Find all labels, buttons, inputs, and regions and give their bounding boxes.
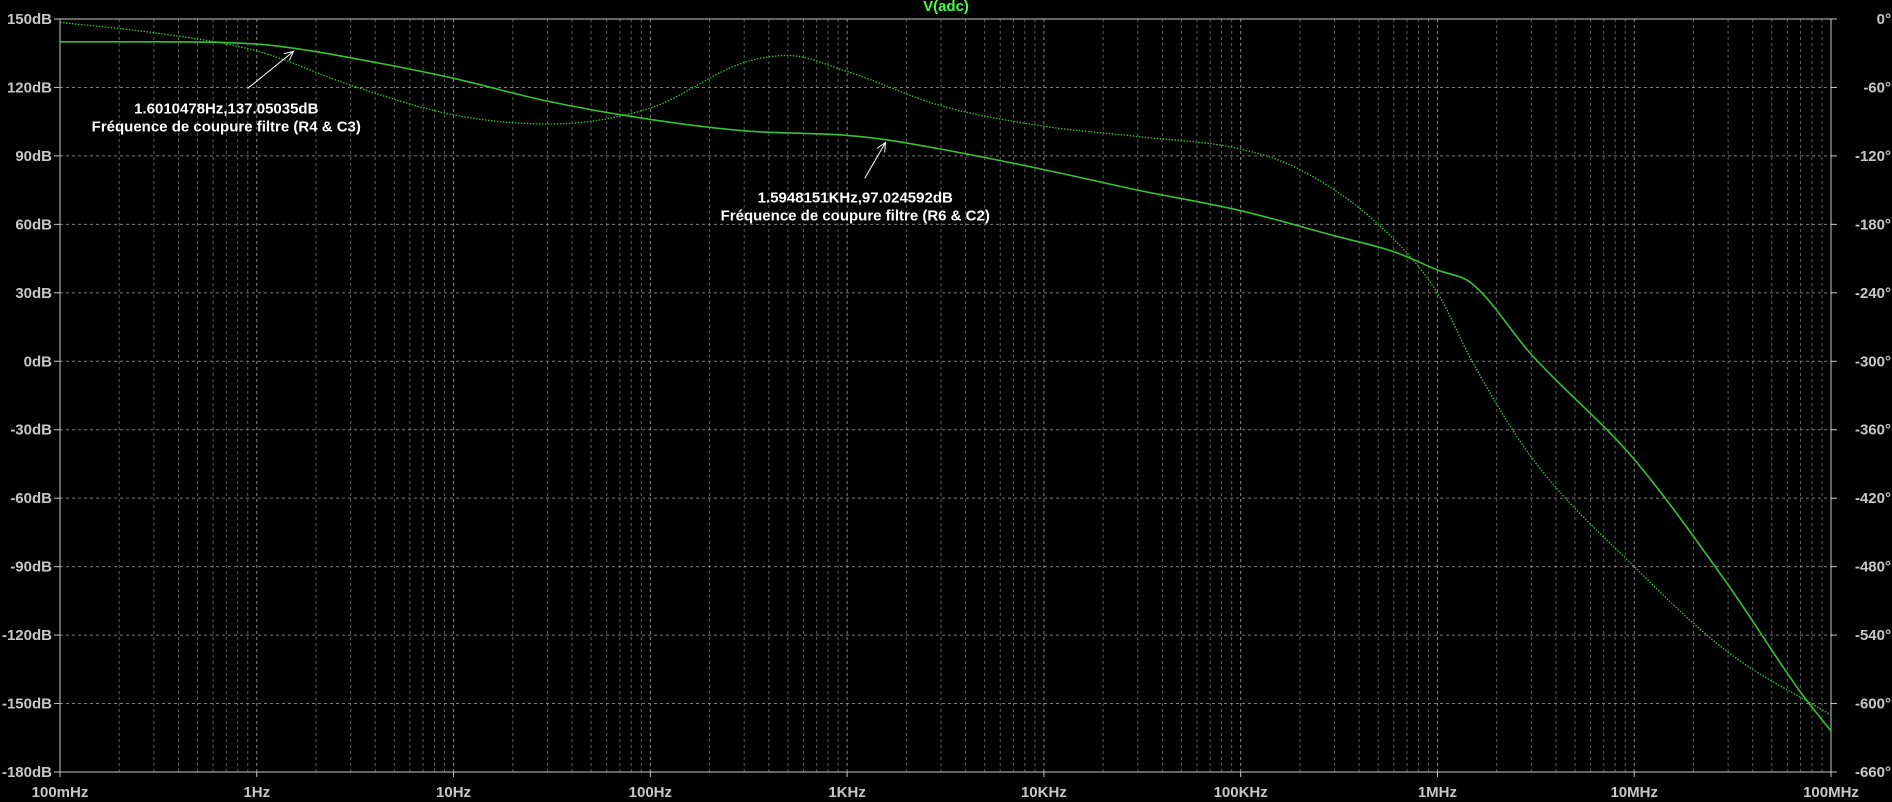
x-tick-label: 1KHz — [828, 784, 866, 801]
right-tick-label: -660° — [1855, 764, 1891, 781]
annotation-label: Fréquence de coupure filtre (R4 & C3) — [92, 119, 361, 136]
right-tick-label: -360° — [1855, 422, 1891, 439]
right-tick-label: -300° — [1855, 353, 1891, 370]
x-tick-label: 100MHz — [1803, 784, 1859, 801]
right-tick-label: -60° — [1863, 79, 1891, 96]
x-tick-label: 10MHz — [1610, 784, 1658, 801]
x-tick-label: 100Hz — [629, 784, 672, 801]
left-tick-label: -90dB — [10, 559, 52, 576]
left-tick-label: -120dB — [2, 627, 52, 644]
annotation-value: 1.5948151KHz,97.024592dB — [758, 190, 953, 207]
left-tick-label: -60dB — [10, 490, 52, 507]
annotation-label: Fréquence de coupure filtre (R6 & C2) — [721, 208, 990, 225]
x-tick-label: 10KHz — [1021, 784, 1067, 801]
left-tick-label: 120dB — [7, 79, 52, 96]
x-tick-label: 100KHz — [1214, 784, 1268, 801]
right-tick-label: -480° — [1855, 559, 1891, 576]
right-tick-label: -600° — [1855, 696, 1891, 713]
bode-plot: 150dB 120dB 90dB 60dB 30dB 0dB -30dB -60dB -90dB… — [0, 0, 1892, 802]
right-tick-label: -420° — [1855, 490, 1891, 507]
x-tick-label: 1Hz — [243, 784, 270, 801]
annotation-value: 1.6010478Hz,137.05035dB — [134, 101, 318, 118]
left-tick-label: -150dB — [2, 696, 52, 713]
x-tick-label: 100mHz — [32, 784, 89, 801]
trace-title[interactable]: V(adc) — [923, 0, 969, 15]
left-tick-label: 30dB — [15, 285, 52, 302]
right-tick-label: -540° — [1855, 627, 1891, 644]
left-tick-label: 60dB — [15, 216, 52, 233]
x-tick-label: 10Hz — [436, 784, 471, 801]
x-tick-label: 1MHz — [1418, 784, 1457, 801]
left-tick-label: 90dB — [15, 148, 52, 165]
left-tick-label: 150dB — [7, 11, 52, 28]
left-tick-label: 0dB — [24, 353, 53, 370]
left-tick-label: -30dB — [10, 422, 52, 439]
right-tick-label: -240° — [1855, 285, 1891, 302]
right-tick-label: -180° — [1855, 216, 1891, 233]
right-tick-label: 0° — [1877, 11, 1891, 28]
right-tick-label: -120° — [1855, 148, 1891, 165]
left-tick-label: -180dB — [2, 764, 52, 781]
